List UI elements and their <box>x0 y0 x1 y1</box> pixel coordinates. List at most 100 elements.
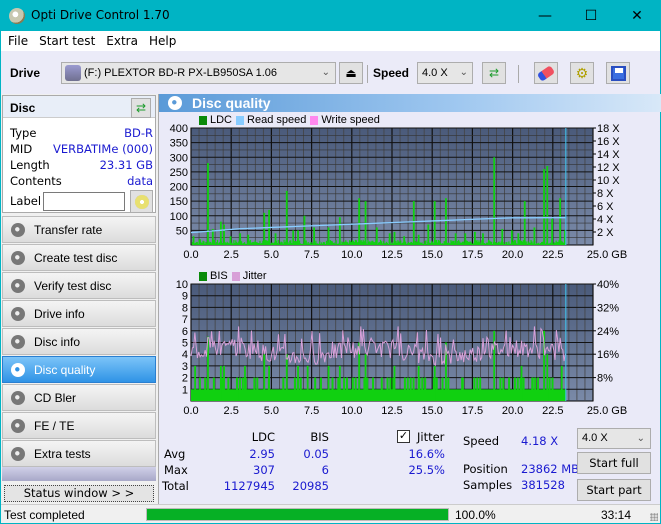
bis-bar <box>534 377 537 401</box>
start-part-button[interactable]: Start part <box>577 479 651 501</box>
erase-button[interactable] <box>534 62 558 84</box>
ldc-spike <box>219 221 222 245</box>
bis-bar <box>227 377 230 401</box>
bis-bar <box>513 377 516 401</box>
nav-cd-bler[interactable]: CD Bler <box>2 384 156 411</box>
maximize-button[interactable]: ☐ <box>568 0 614 31</box>
ldc-spike <box>263 212 266 245</box>
nav-extra-tests[interactable]: Extra tests <box>2 440 156 467</box>
bis-spike <box>285 354 288 401</box>
toolbar-separator <box>367 65 368 83</box>
y2-tick-label: 14 X <box>597 149 620 161</box>
ldc-spike <box>358 198 361 245</box>
ldc-spike <box>427 224 430 245</box>
jitter-checkbox[interactable]: ✓ <box>397 430 410 443</box>
bis-spike <box>263 354 266 401</box>
nav-transfer-rate[interactable]: Transfer rate <box>2 216 156 243</box>
ldc-spike <box>327 227 330 245</box>
disc-label-input[interactable] <box>43 192 125 211</box>
bis-bar <box>508 377 511 401</box>
x-tick-label: 20.0 <box>502 405 523 417</box>
cd-bler-icon <box>11 390 25 405</box>
ldc-spike <box>375 227 378 245</box>
nav-label: Transfer rate <box>34 222 103 237</box>
menu-help[interactable]: Help <box>149 34 176 48</box>
menu-extra[interactable]: Extra <box>106 34 138 48</box>
bis-bar <box>516 377 519 401</box>
stats-max-jitter: 25.5% <box>408 463 445 477</box>
y-tick-label: 300 <box>170 152 188 164</box>
stats-max-bis: 6 <box>321 463 329 477</box>
ldc-spike <box>303 215 306 245</box>
minimize-button[interactable]: — <box>522 0 568 31</box>
eject-button[interactable]: ⏏ <box>339 62 363 84</box>
bis-bar <box>473 377 476 401</box>
y-tick-label: 2 <box>182 373 188 385</box>
bis-bar <box>282 377 285 401</box>
menu-bar: File Start test Extra Help <box>1 31 660 51</box>
save-icon <box>610 65 626 81</box>
bis-spike <box>531 377 534 401</box>
x-tick-label: 12.5 <box>381 249 402 261</box>
close-button[interactable]: ✕ <box>614 0 660 31</box>
bis-bar <box>343 377 346 401</box>
test-speed-select[interactable]: 4.0 X ⌄ <box>577 428 651 449</box>
nav-drive-info[interactable]: Drive info <box>2 300 156 327</box>
bis-bar <box>389 377 392 401</box>
app-window: Opti Drive Control 1.70 — ☐ ✕ File Start… <box>1 0 661 523</box>
ldc-spike <box>393 231 396 245</box>
nav-fe-te[interactable]: FE / TE <box>2 412 156 439</box>
ldc-spike <box>445 198 447 245</box>
bis-spike <box>338 365 341 401</box>
bis-spike <box>306 365 309 401</box>
resize-grip[interactable] <box>650 513 658 521</box>
chevron-down-icon: ⌄ <box>321 67 330 78</box>
bis-bar <box>241 377 244 401</box>
stats-avg-ldc: 2.95 <box>249 447 275 461</box>
refresh-button[interactable]: ⇄ <box>482 62 506 84</box>
menu-file[interactable]: File <box>8 34 28 48</box>
disc-key: MID <box>10 142 33 156</box>
ldc-spike <box>559 198 562 245</box>
settings-button[interactable]: ⚙ <box>570 62 594 84</box>
nav-verify-test-disc[interactable]: Verify test disc <box>2 272 156 299</box>
fe-te-icon <box>11 418 25 433</box>
disc-value: data <box>127 174 153 188</box>
y-tick-label: 7 <box>182 314 188 326</box>
speed-select[interactable]: 4.0 X ⌄ <box>417 62 473 84</box>
ldc-spike <box>292 230 295 245</box>
y-tick-label: 200 <box>170 182 188 194</box>
disc-icon <box>134 194 149 209</box>
drive-select[interactable]: (F:) PLEXTOR BD-R PX-LB950SA 1.06 ⌄ <box>61 62 336 84</box>
menu-start-test[interactable]: Start test <box>39 34 95 48</box>
nav-disc-info[interactable]: Disc info <box>2 328 156 355</box>
samples-label: Samples <box>463 478 513 492</box>
bis-bar <box>236 377 239 401</box>
status-window-button[interactable]: Status window > > <box>4 485 154 502</box>
nav-disc-quality[interactable]: Disc quality <box>2 356 156 383</box>
disc-label-button[interactable] <box>130 190 153 213</box>
nav-create-test-disc[interactable]: Create test disc <box>2 244 156 271</box>
ldc-spike <box>338 217 341 245</box>
bis-bar <box>476 377 479 401</box>
bis-spike <box>393 365 396 401</box>
ldc-spike <box>285 190 288 245</box>
y-tick-label: 3 <box>182 361 188 373</box>
app-disc-icon <box>9 8 25 24</box>
stats-avg-jitter: 16.6% <box>408 447 445 461</box>
start-full-button[interactable]: Start full <box>577 452 651 474</box>
chevron-down-icon: ⌄ <box>636 433 645 444</box>
y2-tick-label: 8% <box>597 373 613 385</box>
disc-refresh-button[interactable]: ⇄ <box>131 98 151 118</box>
save-button[interactable] <box>606 62 630 84</box>
bis-bar <box>479 377 482 401</box>
ldc-spike <box>551 218 553 245</box>
ldc-spike <box>523 201 526 245</box>
ldc-spike <box>517 233 520 245</box>
stats-total-ldc: 1127945 <box>223 479 275 493</box>
progress-fill <box>147 509 448 520</box>
nav-spacer <box>2 467 156 481</box>
stats-header-jitter: Jitter <box>417 430 445 444</box>
y-tick-label: 6 <box>182 326 188 338</box>
x-tick-label: 10.0 <box>341 249 362 261</box>
